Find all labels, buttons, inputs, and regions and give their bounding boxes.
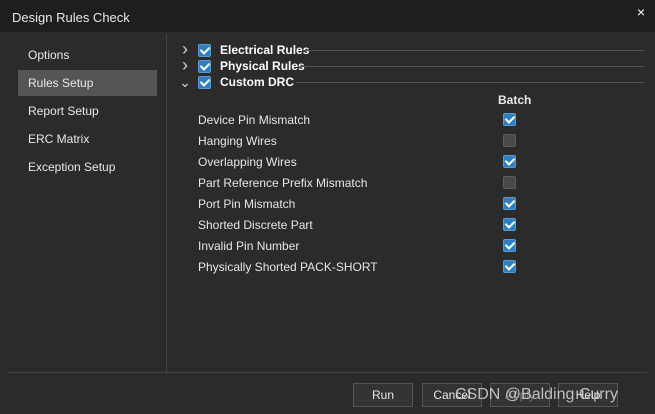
batch-checkbox-part-reference-prefix-mismatch[interactable] (503, 176, 516, 189)
tree-row-custom-drc: Custom DRC (174, 75, 644, 91)
tree-row-physical-rules: Physical Rules (174, 59, 644, 75)
physical-rules-checkbox[interactable] (198, 60, 211, 73)
chevron-right-icon[interactable] (178, 58, 192, 74)
tree-row-electrical-rules: Electrical Rules (174, 43, 644, 59)
tree-label-electrical-rules: Electrical Rules (220, 43, 310, 57)
custom-drc-checkbox[interactable] (198, 76, 211, 89)
batch-checkbox-port-pin-mismatch[interactable] (503, 197, 516, 210)
rule-label-invalid-pin-number: Invalid Pin Number (198, 239, 300, 253)
sidebar: Options Rules Setup Report Setup ERC Mat… (8, 34, 166, 372)
batch-checkbox-physically-shorted-pack-short[interactable] (503, 260, 516, 273)
batch-checkbox-overlapping-wires[interactable] (503, 155, 516, 168)
footer-divider (8, 372, 647, 373)
sidebar-item-exception-setup[interactable]: Exception Setup (18, 154, 157, 180)
batch-checkbox-device-pin-mismatch[interactable] (503, 113, 516, 126)
run-button[interactable]: Run (353, 383, 413, 407)
tree-label-custom-drc: Custom DRC (220, 75, 294, 89)
title-bar: Design Rules Check × (0, 0, 655, 32)
separator-line (296, 82, 644, 83)
cancel-button[interactable]: Cancel (422, 383, 482, 407)
rule-label-part-reference-prefix-mismatch: Part Reference Prefix Mismatch (198, 176, 368, 190)
rule-label-port-pin-mismatch: Port Pin Mismatch (198, 197, 296, 211)
sidebar-item-options[interactable]: Options (18, 42, 157, 68)
window-title: Design Rules Check (12, 10, 130, 25)
sidebar-item-rules-setup[interactable]: Rules Setup (18, 70, 157, 96)
batch-checkbox-invalid-pin-number[interactable] (503, 239, 516, 252)
rule-label-device-pin-mismatch: Device Pin Mismatch (198, 113, 311, 127)
separator-line (304, 50, 644, 51)
close-icon[interactable]: × (637, 4, 645, 20)
sidebar-item-report-setup[interactable]: Report Setup (18, 98, 157, 124)
electrical-rules-checkbox[interactable] (198, 44, 211, 57)
help-button[interactable]: Help (558, 383, 618, 407)
rule-label-overlapping-wires: Overlapping Wires (198, 155, 297, 169)
chevron-down-icon[interactable] (178, 74, 192, 90)
sidebar-divider (166, 34, 167, 372)
sidebar-item-erc-matrix[interactable]: ERC Matrix (18, 126, 157, 152)
apply-button[interactable]: Apply (490, 383, 550, 407)
rule-label-hanging-wires: Hanging Wires (198, 134, 277, 148)
separator-line (300, 66, 644, 67)
batch-checkbox-hanging-wires[interactable] (503, 134, 516, 147)
tree-label-physical-rules: Physical Rules (220, 59, 305, 73)
batch-checkbox-shorted-discrete-part[interactable] (503, 218, 516, 231)
rule-label-physically-shorted-pack-short: Physically Shorted PACK-SHORT (198, 260, 378, 274)
rule-label-shorted-discrete-part: Shorted Discrete Part (198, 218, 313, 232)
batch-column-header: Batch (498, 93, 532, 107)
